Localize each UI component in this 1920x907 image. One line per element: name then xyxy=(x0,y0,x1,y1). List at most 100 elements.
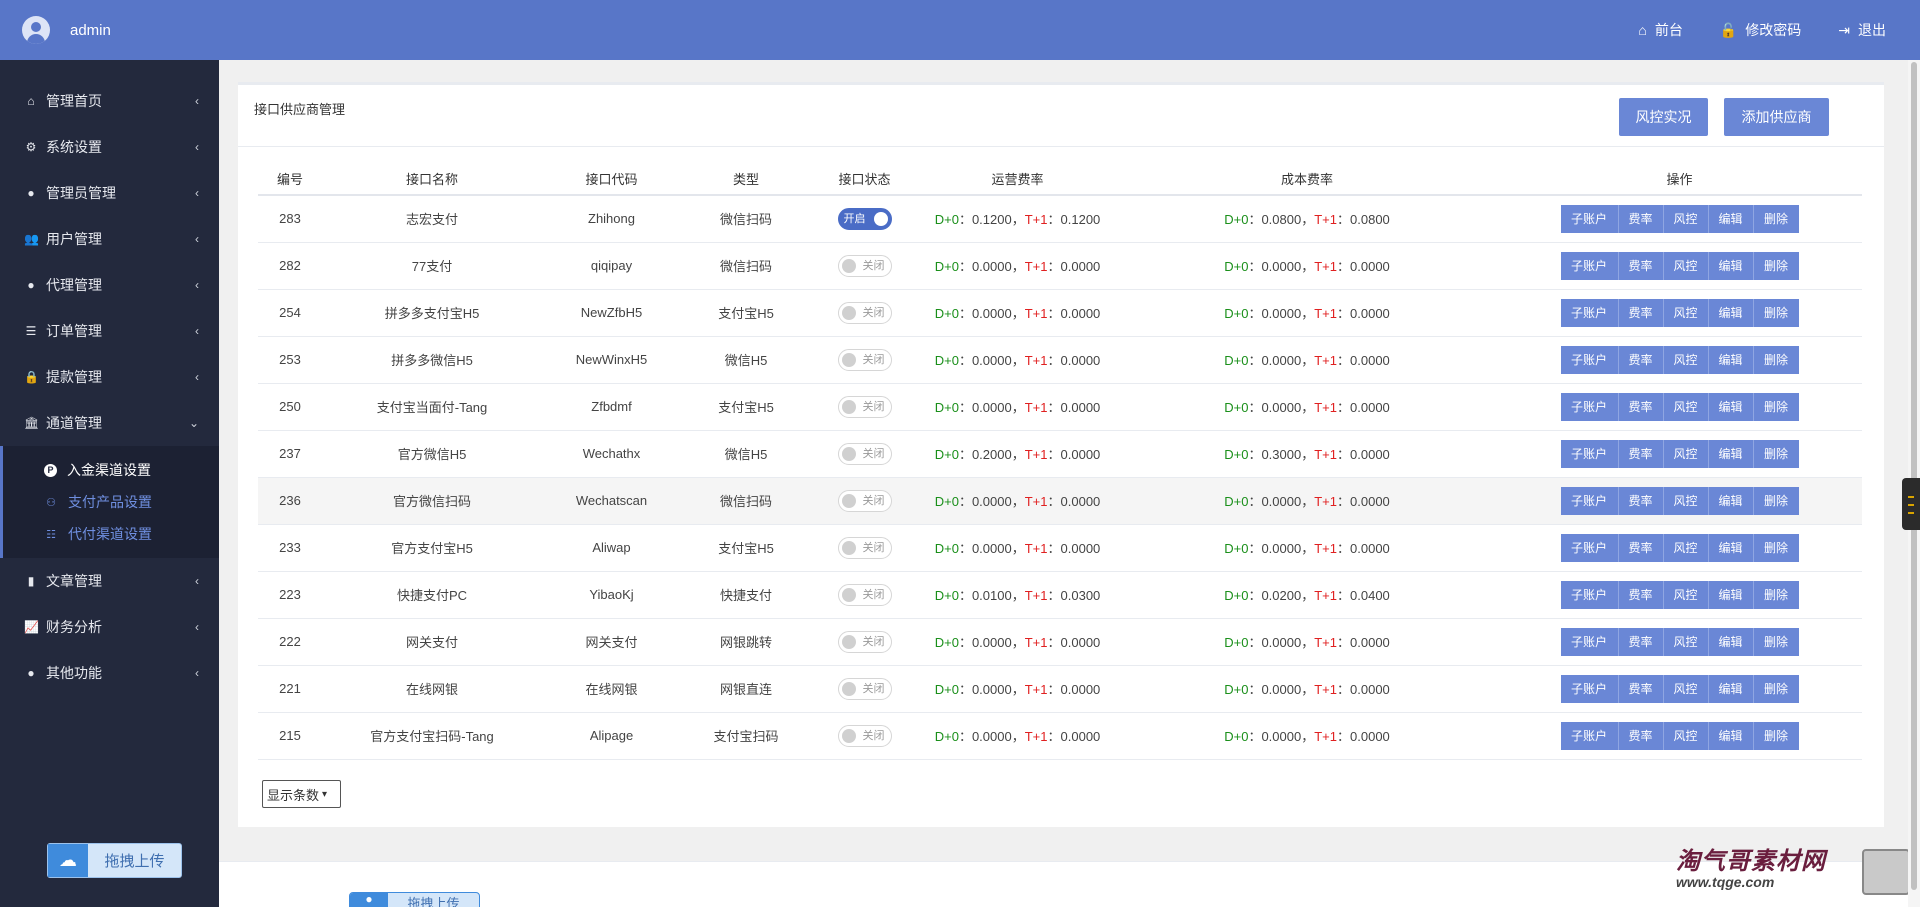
risk-control-button[interactable]: 风控 xyxy=(1663,298,1709,327)
sidebar-item-user-management[interactable]: 👥 用户管理 ‹ xyxy=(0,216,219,262)
add-supplier-button[interactable]: 添加供应商 xyxy=(1724,98,1829,136)
rate-button[interactable]: 费率 xyxy=(1618,533,1664,562)
status-toggle[interactable]: 关闭 xyxy=(837,677,892,700)
edit-button[interactable]: 编辑 xyxy=(1708,345,1754,374)
risk-control-button[interactable]: 风控 xyxy=(1663,204,1709,233)
delete-button[interactable]: 删除 xyxy=(1753,392,1799,421)
delete-button[interactable]: 删除 xyxy=(1753,674,1799,703)
edit-button[interactable]: 编辑 xyxy=(1708,674,1754,703)
rate-button[interactable]: 费率 xyxy=(1618,674,1664,703)
risk-control-button[interactable]: 风控 xyxy=(1663,345,1709,374)
rate-button[interactable]: 费率 xyxy=(1618,204,1664,233)
sidebar-subitem-deposit-channels[interactable]: P 入金渠道设置 xyxy=(3,454,219,486)
delete-button[interactable]: 删除 xyxy=(1753,486,1799,515)
risk-control-button[interactable]: 风控 xyxy=(1663,251,1709,280)
rate-button[interactable]: 费率 xyxy=(1618,298,1664,327)
edit-button[interactable]: 编辑 xyxy=(1708,204,1754,233)
edit-button[interactable]: 编辑 xyxy=(1708,721,1754,750)
status-toggle[interactable]: 关闭 xyxy=(837,442,892,465)
delete-button[interactable]: 删除 xyxy=(1753,298,1799,327)
sidebar-item-admin-management[interactable]: ● 管理员管理 ‹ xyxy=(0,170,219,216)
status-toggle[interactable]: 关闭 xyxy=(837,254,892,277)
edit-button[interactable]: 编辑 xyxy=(1708,486,1754,515)
delete-button[interactable]: 删除 xyxy=(1753,580,1799,609)
risk-control-button[interactable]: 风控 xyxy=(1663,439,1709,468)
risk-control-button[interactable]: 风控 xyxy=(1663,674,1709,703)
d0-label: D+0 xyxy=(934,447,959,462)
risk-control-button[interactable]: 风控 xyxy=(1663,627,1709,656)
edit-button[interactable]: 编辑 xyxy=(1708,439,1754,468)
sub-account-button[interactable]: 子账户 xyxy=(1560,721,1619,750)
rate-button[interactable]: 费率 xyxy=(1618,627,1664,656)
footer-upload-button[interactable]: ● 拖拽上传 xyxy=(349,892,480,907)
change-password-link[interactable]: 🔓 修改密码 xyxy=(1720,20,1801,40)
edit-button[interactable]: 编辑 xyxy=(1708,627,1754,656)
sidebar-item-dashboard[interactable]: ⌂ 管理首页 ‹ xyxy=(0,78,219,124)
sidebar-item-withdrawal-management[interactable]: 🔒 提款管理 ‹ xyxy=(0,354,219,400)
risk-status-button[interactable]: 风控实况 xyxy=(1619,98,1708,136)
rate-button[interactable]: 费率 xyxy=(1618,392,1664,421)
sidebar-item-other-functions[interactable]: ● 其他功能 ‹ xyxy=(0,650,219,696)
logout-link[interactable]: ⇥ 退出 xyxy=(1838,20,1886,40)
sub-account-button[interactable]: 子账户 xyxy=(1560,486,1619,515)
status-toggle[interactable]: 关闭 xyxy=(837,583,892,606)
sub-account-button[interactable]: 子账户 xyxy=(1560,533,1619,562)
home-link[interactable]: ⌂ 前台 xyxy=(1638,20,1682,40)
page-size-select[interactable]: 显示条数 ▾ xyxy=(262,780,341,808)
sub-account-button[interactable]: 子账户 xyxy=(1560,627,1619,656)
rate-button[interactable]: 费率 xyxy=(1618,439,1664,468)
edit-button[interactable]: 编辑 xyxy=(1708,392,1754,421)
sidebar-item-channel-management[interactable]: 🏛 通道管理 ⌄ xyxy=(0,400,219,446)
rate-button[interactable]: 费率 xyxy=(1618,486,1664,515)
risk-control-button[interactable]: 风控 xyxy=(1663,533,1709,562)
sub-account-button[interactable]: 子账户 xyxy=(1560,580,1619,609)
status-toggle[interactable]: 关闭 xyxy=(837,395,892,418)
sidebar-item-agent-management[interactable]: ● 代理管理 ‹ xyxy=(0,262,219,308)
sub-account-button[interactable]: 子账户 xyxy=(1560,251,1619,280)
sub-account-button[interactable]: 子账户 xyxy=(1560,204,1619,233)
avatar[interactable] xyxy=(22,16,50,44)
sidebar-item-system-settings[interactable]: ⚙ 系统设置 ‹ xyxy=(0,124,219,170)
status-toggle[interactable]: 关闭 xyxy=(837,536,892,559)
delete-button[interactable]: 删除 xyxy=(1753,721,1799,750)
sidebar-item-financial-analysis[interactable]: 📈 财务分析 ‹ xyxy=(0,604,219,650)
delete-button[interactable]: 删除 xyxy=(1753,627,1799,656)
delete-button[interactable]: 删除 xyxy=(1753,251,1799,280)
status-toggle[interactable]: 开启 xyxy=(837,207,892,230)
sidebar-item-article-management[interactable]: ▮ 文章管理 ‹ xyxy=(0,558,219,604)
delete-button[interactable]: 删除 xyxy=(1753,439,1799,468)
rate-button[interactable]: 费率 xyxy=(1618,580,1664,609)
sub-account-button[interactable]: 子账户 xyxy=(1560,392,1619,421)
delete-button[interactable]: 删除 xyxy=(1753,533,1799,562)
rate-button[interactable]: 费率 xyxy=(1618,251,1664,280)
edit-button[interactable]: 编辑 xyxy=(1708,251,1754,280)
sub-account-button[interactable]: 子账户 xyxy=(1560,674,1619,703)
rate-button[interactable]: 费率 xyxy=(1618,721,1664,750)
sub-account-button[interactable]: 子账户 xyxy=(1560,298,1619,327)
risk-control-button[interactable]: 风控 xyxy=(1663,392,1709,421)
scroll-thumb[interactable] xyxy=(1911,62,1917,890)
risk-control-button[interactable]: 风控 xyxy=(1663,580,1709,609)
edit-button[interactable]: 编辑 xyxy=(1708,533,1754,562)
delete-button[interactable]: 删除 xyxy=(1753,345,1799,374)
rate-button[interactable]: 费率 xyxy=(1618,345,1664,374)
sidebar-item-label: 代理管理 xyxy=(46,277,102,293)
status-toggle[interactable]: 关闭 xyxy=(837,348,892,371)
sidebar-subitem-payment-products[interactable]: ⚇ 支付产品设置 xyxy=(3,486,219,518)
delete-button[interactable]: 删除 xyxy=(1753,204,1799,233)
risk-control-button[interactable]: 风控 xyxy=(1663,721,1709,750)
side-float-widget[interactable] xyxy=(1902,478,1920,530)
status-toggle[interactable]: 关闭 xyxy=(837,489,892,512)
d0-label: D+0 xyxy=(934,588,959,603)
status-toggle[interactable]: 关闭 xyxy=(837,724,892,747)
sub-account-button[interactable]: 子账户 xyxy=(1560,439,1619,468)
edit-button[interactable]: 编辑 xyxy=(1708,580,1754,609)
sub-account-button[interactable]: 子账户 xyxy=(1560,345,1619,374)
sidebar-subitem-payout-channels[interactable]: ☷ 代付渠道设置 xyxy=(3,518,219,550)
risk-control-button[interactable]: 风控 xyxy=(1663,486,1709,515)
sidebar-item-order-management[interactable]: ☰ 订单管理 ‹ xyxy=(0,308,219,354)
sidebar-upload-button[interactable]: ☁ 拖拽上传 xyxy=(47,843,182,878)
status-toggle[interactable]: 关闭 xyxy=(837,301,892,324)
status-toggle[interactable]: 关闭 xyxy=(837,630,892,653)
edit-button[interactable]: 编辑 xyxy=(1708,298,1754,327)
